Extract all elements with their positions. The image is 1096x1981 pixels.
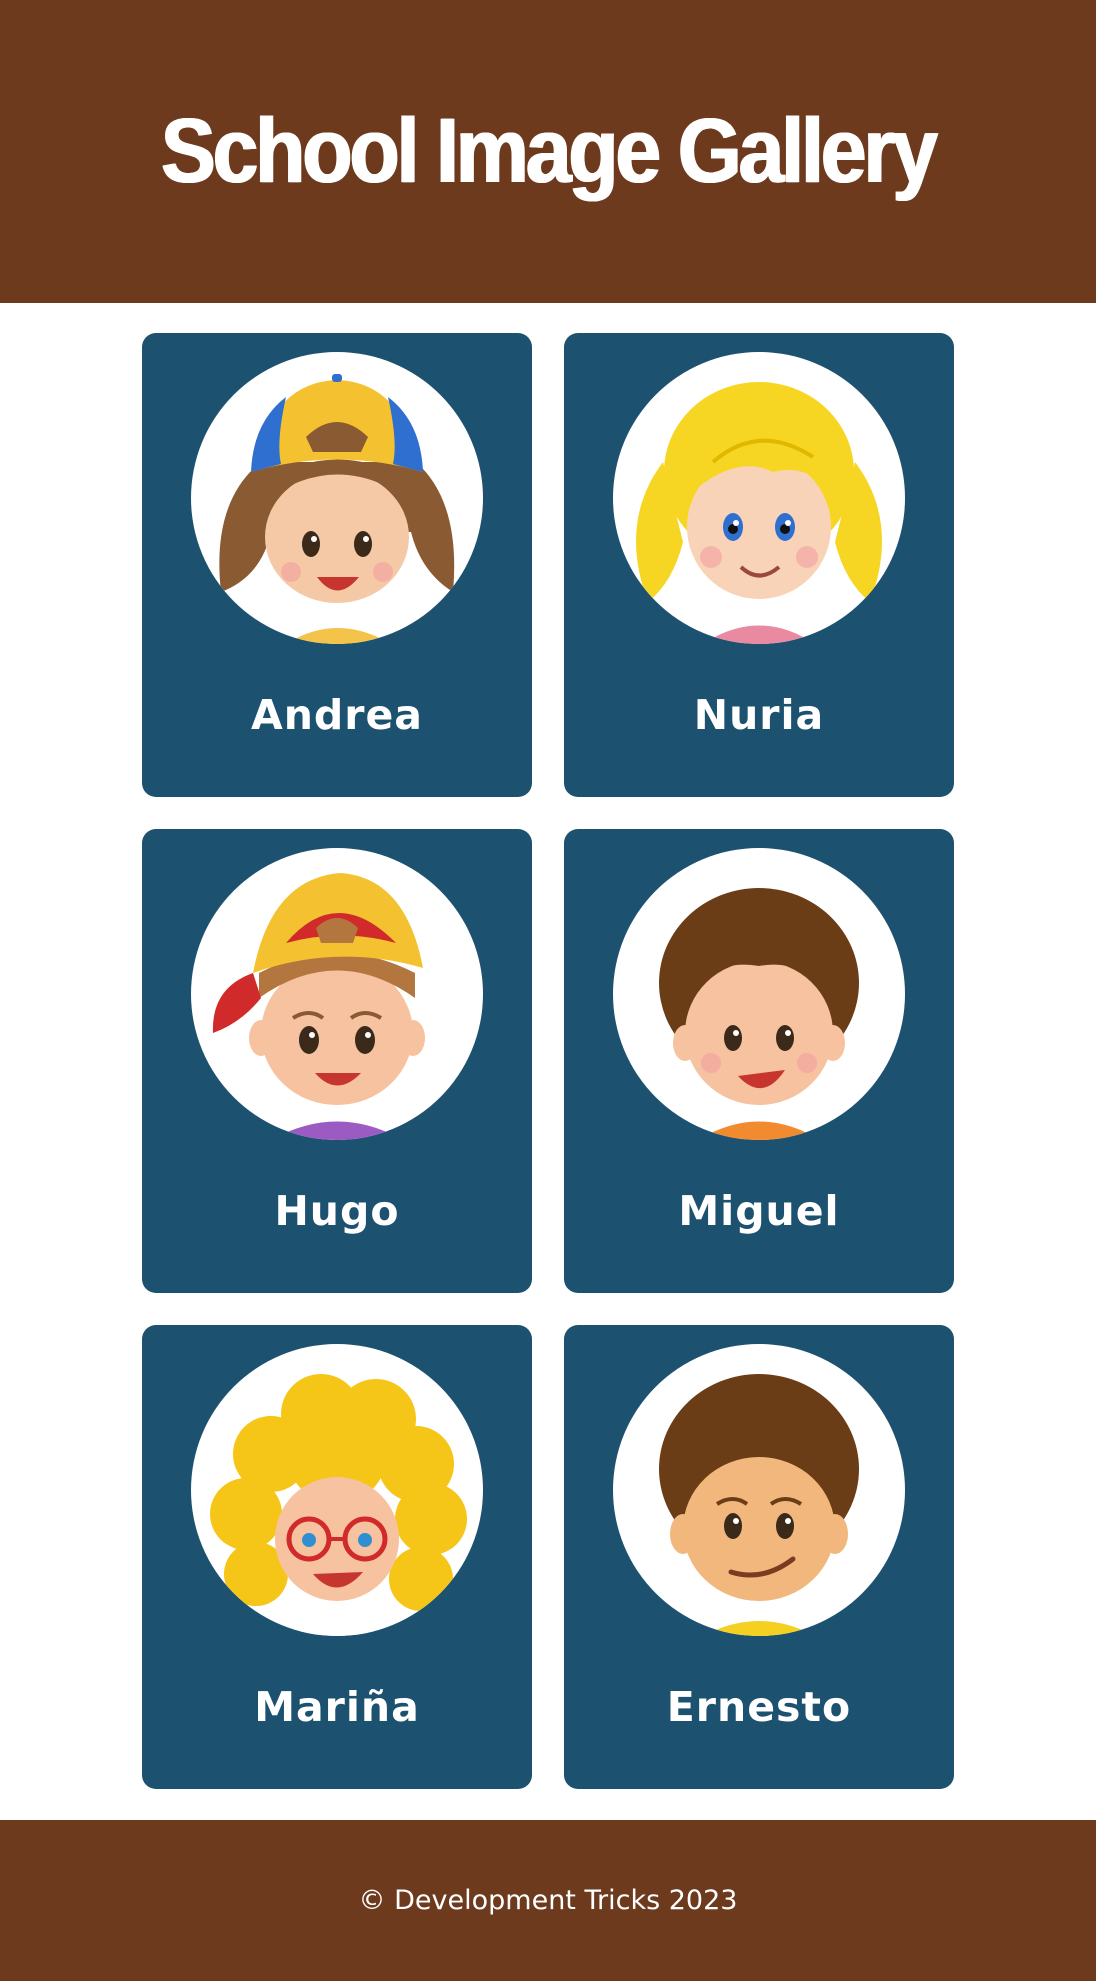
student-card-marina[interactable]: Mariña: [142, 1325, 532, 1789]
boy-smirking-icon: [613, 1344, 905, 1636]
student-gallery: Andrea Nuria Hugo Miguel Mariña Ernesto: [142, 333, 954, 1789]
student-name: Hugo: [274, 1187, 400, 1235]
boy-with-red-cap-icon: [191, 848, 483, 1140]
page-header: School Image Gallery: [0, 0, 1096, 303]
student-card-andrea[interactable]: Andrea: [142, 333, 532, 797]
student-card-nuria[interactable]: Nuria: [564, 333, 954, 797]
student-name: Nuria: [693, 691, 825, 739]
student-name: Andrea: [251, 691, 423, 739]
page-footer: © Development Tricks 2023: [0, 1820, 1096, 1981]
girl-with-blue-cap-icon: [191, 352, 483, 644]
girl-curly-hair-glasses-icon: [191, 1344, 483, 1636]
student-name: Mariña: [254, 1683, 420, 1731]
student-card-hugo[interactable]: Hugo: [142, 829, 532, 1293]
copyright-text: © Development Tricks 2023: [358, 1885, 738, 1916]
student-card-miguel[interactable]: Miguel: [564, 829, 954, 1293]
student-name: Miguel: [678, 1187, 840, 1235]
page-title: School Image Gallery: [161, 99, 938, 202]
boy-brown-hair-icon: [613, 848, 905, 1140]
student-card-ernesto[interactable]: Ernesto: [564, 1325, 954, 1789]
girl-blonde-pigtails-icon: [613, 352, 905, 644]
student-name: Ernesto: [666, 1683, 852, 1731]
